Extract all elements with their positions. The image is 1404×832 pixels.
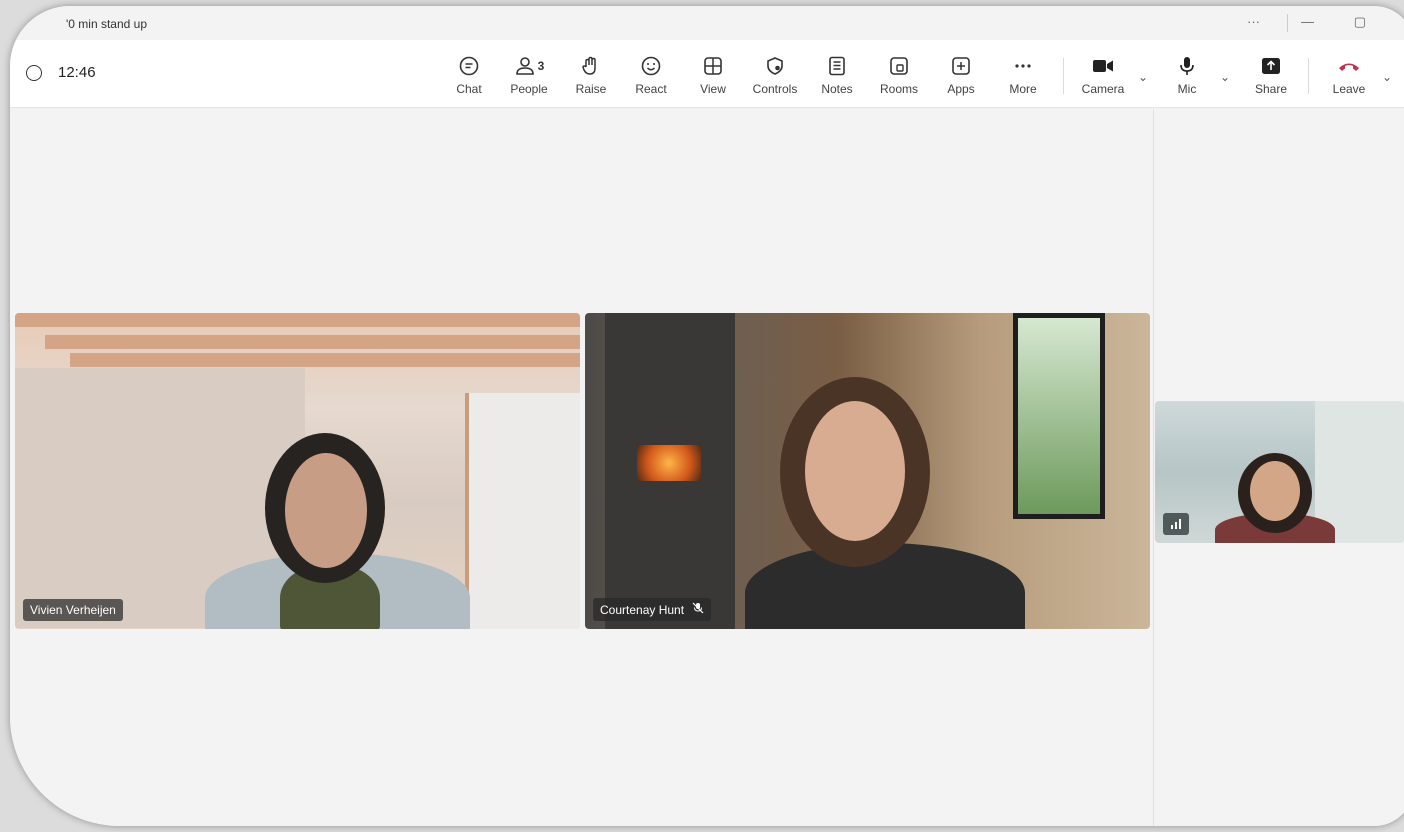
chat-button[interactable]: Chat <box>440 52 498 96</box>
view-icon <box>702 52 724 80</box>
chat-icon <box>458 52 480 80</box>
toolbar-separator <box>1063 58 1064 94</box>
participant-name: Vivien Verheijen <box>30 603 116 617</box>
mic-muted-icon <box>692 602 704 617</box>
meeting-window: '0 min stand up ··· — ▢ 12:46 Chat 3 Peo… <box>10 6 1404 826</box>
more-icon <box>1012 52 1034 80</box>
meeting-title: '0 min stand up <box>66 17 148 31</box>
people-count: 3 <box>537 59 545 73</box>
maximize-button[interactable]: ▢ <box>1354 14 1366 30</box>
people-label: People <box>510 82 548 96</box>
mic-icon <box>1176 52 1198 80</box>
meeting-timer: 12:46 <box>26 64 96 81</box>
background-window <box>465 393 580 629</box>
rooms-label: Rooms <box>879 82 918 96</box>
leave-icon <box>1337 52 1361 80</box>
controls-label: Controls <box>752 82 798 96</box>
participant-face <box>285 453 367 568</box>
apps-icon <box>950 52 972 80</box>
people-button[interactable]: 3 People <box>500 52 558 96</box>
camera-icon <box>1091 52 1115 80</box>
participant-face <box>805 401 905 541</box>
title-bar: '0 min stand up ··· — ▢ <box>10 6 1404 40</box>
participant-tile-courtenay[interactable]: Courtenay Hunt <box>585 313 1150 629</box>
share-label: Share <box>1254 82 1288 96</box>
ceiling-beam <box>15 313 580 327</box>
share-button[interactable]: Share <box>1242 52 1300 96</box>
background-window <box>1013 313 1105 519</box>
react-icon <box>640 52 662 80</box>
network-signal-icon <box>1163 513 1189 535</box>
participant-tile-vivien[interactable]: Vivien Verheijen <box>15 313 580 629</box>
chat-label: Chat <box>456 82 482 96</box>
meeting-toolbar: 12:46 Chat 3 People Raise React View Con… <box>10 40 1404 108</box>
rooms-button[interactable]: Rooms <box>870 52 928 96</box>
view-button[interactable]: View <box>684 52 742 96</box>
self-view-tile[interactable] <box>1155 401 1404 543</box>
participant-face <box>1250 461 1300 521</box>
leave-label: Leave <box>1332 82 1366 96</box>
title-separator <box>1287 14 1288 32</box>
ceiling-beam <box>70 353 580 367</box>
more-label: More <box>1009 82 1037 96</box>
leave-options-chevron-icon[interactable]: ⌄ <box>1382 70 1392 84</box>
react-label: React <box>635 82 667 96</box>
controls-icon <box>764 52 786 80</box>
shield-icon <box>26 64 42 81</box>
toolbar-separator-2 <box>1308 58 1309 94</box>
participant-name-chip: Courtenay Hunt <box>593 598 712 621</box>
minimize-button[interactable]: — <box>1301 14 1314 29</box>
react-button[interactable]: React <box>622 52 680 96</box>
notes-icon <box>826 52 848 80</box>
participant-name: Courtenay Hunt <box>600 602 685 617</box>
timer-text: 12:46 <box>58 64 96 81</box>
share-icon <box>1260 52 1282 80</box>
leave-button[interactable]: Leave <box>1320 52 1378 96</box>
mic-label: Mic <box>1177 82 1197 96</box>
camera-button[interactable]: Camera <box>1074 52 1132 96</box>
raise-hand-icon <box>580 52 602 80</box>
rooms-icon <box>888 52 910 80</box>
notes-button[interactable]: Notes <box>808 52 866 96</box>
raise-label: Raise <box>575 82 607 96</box>
view-label: View <box>700 82 726 96</box>
notes-label: Notes <box>821 82 853 96</box>
camera-label: Camera <box>1081 82 1125 96</box>
background-fire <box>637 445 701 481</box>
apps-label: Apps <box>947 82 975 96</box>
raise-hand-button[interactable]: Raise <box>562 52 620 96</box>
participant-name-chip: Vivien Verheijen <box>23 599 123 621</box>
window-more-button[interactable]: ··· <box>1247 14 1260 29</box>
apps-button[interactable]: Apps <box>932 52 990 96</box>
more-button[interactable]: More <box>994 52 1052 96</box>
ceiling-beam <box>45 335 580 349</box>
mic-button[interactable]: Mic <box>1158 52 1216 96</box>
mic-options-chevron-icon[interactable]: ⌄ <box>1220 70 1230 84</box>
people-icon: 3 <box>514 52 545 80</box>
controls-button[interactable]: Controls <box>746 52 804 96</box>
camera-options-chevron-icon[interactable]: ⌄ <box>1138 70 1148 84</box>
